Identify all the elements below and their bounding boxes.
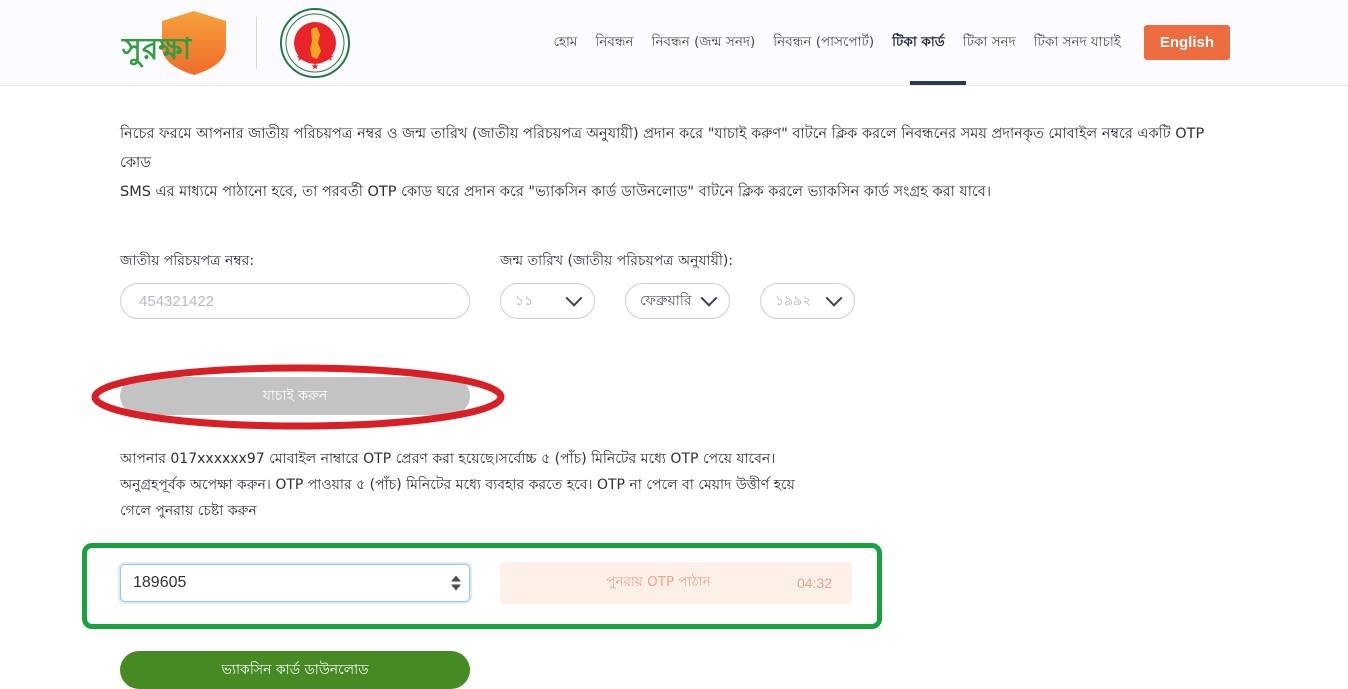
- nav-item-verify-vaccine-certificate[interactable]: টিকা সনদ যাচাই: [1025, 35, 1130, 50]
- dob-year-select[interactable]: ১৯৯২: [760, 283, 855, 319]
- otp-message-line-3: গেলে পুনরায় চেষ্টা করুন: [120, 502, 257, 519]
- nav-item-registration-birth-certificate[interactable]: নিবন্ধন (জন্ম সনদ): [643, 35, 765, 50]
- chevron-down-icon: [700, 289, 718, 307]
- otp-message-line-2: অনুগ্রহপূর্বক অপেক্ষা করুন। OTP পাওয়ার …: [120, 476, 795, 493]
- otp-input-wrap: [120, 563, 470, 602]
- chevron-down-icon: [825, 289, 843, 307]
- dob-day-select[interactable]: ১১: [500, 283, 595, 319]
- surokkha-logo[interactable]: সুরক্ষা: [118, 7, 246, 79]
- spinner-down-icon[interactable]: [451, 584, 461, 591]
- otp-sent-message: আপনার 017xxxxxx97 মোবাইল নাম্বারে OTP প্…: [120, 447, 850, 525]
- dob-month-select-wrap: ফেব্রুয়ারি: [625, 283, 730, 319]
- language-toggle-button[interactable]: English: [1143, 25, 1230, 60]
- dob-day-value: ১১: [515, 293, 534, 309]
- otp-input[interactable]: [120, 563, 470, 602]
- dob-year-select-wrap: ১৯৯২: [760, 283, 855, 319]
- brand-divider: [256, 16, 257, 69]
- instructions-paragraph: নিচের ফরমে আপনার জাতীয় পরিচয়পত্র নম্বর…: [120, 120, 1230, 207]
- resend-countdown-timer: 04:32: [796, 574, 832, 591]
- nav-item-registration[interactable]: নিবন্ধন: [586, 35, 642, 50]
- spinner-up-icon[interactable]: [451, 575, 461, 582]
- otp-message-line-1: আপনার 017xxxxxx97 মোবাইল নাম্বারে OTP প্…: [120, 451, 776, 467]
- page-content: নিচের ফরমে আপনার জাতীয় পরিচয়পত্র নম্বর…: [0, 120, 1348, 689]
- dob-year-value: ১৯৯২: [775, 293, 812, 309]
- instructions-line-2: SMS এর মাধ্যমে পাঠানো হবে, তা পরবর্তী OT…: [120, 184, 992, 200]
- resend-otp-label: পুনরায় OTP পাঠান: [606, 574, 711, 591]
- chevron-down-icon: [565, 289, 583, 307]
- nid-field-group: জাতীয় পরিচয়পত্র নম্বর:: [120, 249, 470, 319]
- nav-item-vaccine-card[interactable]: টিকা কার্ড: [883, 35, 954, 50]
- svg-text:সুরক্ষা: সুরক্ষা: [121, 32, 193, 68]
- verify-button-zone: যাচাই করুন: [91, 363, 540, 431]
- nid-input[interactable]: [120, 283, 470, 319]
- dob-field-group: জন্ম তারিখ (জাতীয় পরিচয়পত্র অনুযায়ী):…: [500, 249, 855, 319]
- otp-row: পুনরায় OTP পাঠান 04:32: [120, 561, 852, 604]
- main-navigation: হোম নিবন্ধন নিবন্ধন (জন্ম সনদ) নিবন্ধন (…: [544, 0, 1230, 85]
- bangladesh-govt-emblem-icon: [279, 7, 351, 79]
- nav-item-vaccine-certificate[interactable]: টিকা সনদ: [954, 35, 1025, 50]
- dob-label: জন্ম তারিখ (জাতীয় পরিচয়পত্র অনুযায়ী):: [500, 253, 734, 269]
- nav-item-registration-passport[interactable]: নিবন্ধন (পাসপোর্ট): [764, 35, 883, 50]
- brand-area: সুরক্ষা: [118, 0, 351, 85]
- dob-day-select-wrap: ১১: [500, 283, 595, 319]
- otp-entry-zone: পুনরায় OTP পাঠান 04:32: [82, 542, 882, 629]
- active-tab-underline: [910, 81, 967, 85]
- identity-form: জাতীয় পরিচয়পত্র নম্বর: জন্ম তারিখ (জাত…: [120, 249, 1348, 319]
- nid-label: জাতীয় পরিচয়পত্র নম্বর:: [120, 253, 255, 269]
- download-vaccine-card-button[interactable]: ভ্যাকসিন কার্ড ডাউনলোড: [120, 650, 470, 689]
- dob-month-select[interactable]: ফেব্রুয়ারি: [625, 283, 730, 319]
- site-header: সুরক্ষা হোম নিবন্ধন নিবন্ধন (জন্ম সনদ) ন…: [0, 0, 1348, 86]
- number-spinner[interactable]: [451, 575, 461, 591]
- instructions-line-1: নিচের ফরমে আপনার জাতীয় পরিচয়পত্র নম্বর…: [120, 126, 1205, 171]
- resend-otp-button[interactable]: পুনরায় OTP পাঠান 04:32: [500, 561, 852, 604]
- dob-month-value: ফেব্রুয়ারি: [640, 293, 692, 309]
- verify-button[interactable]: যাচাই করুন: [120, 377, 470, 415]
- nav-item-home[interactable]: হোম: [544, 35, 586, 50]
- dob-selects: ১১ ফেব্রুয়ারি ১৯৯২: [500, 283, 855, 319]
